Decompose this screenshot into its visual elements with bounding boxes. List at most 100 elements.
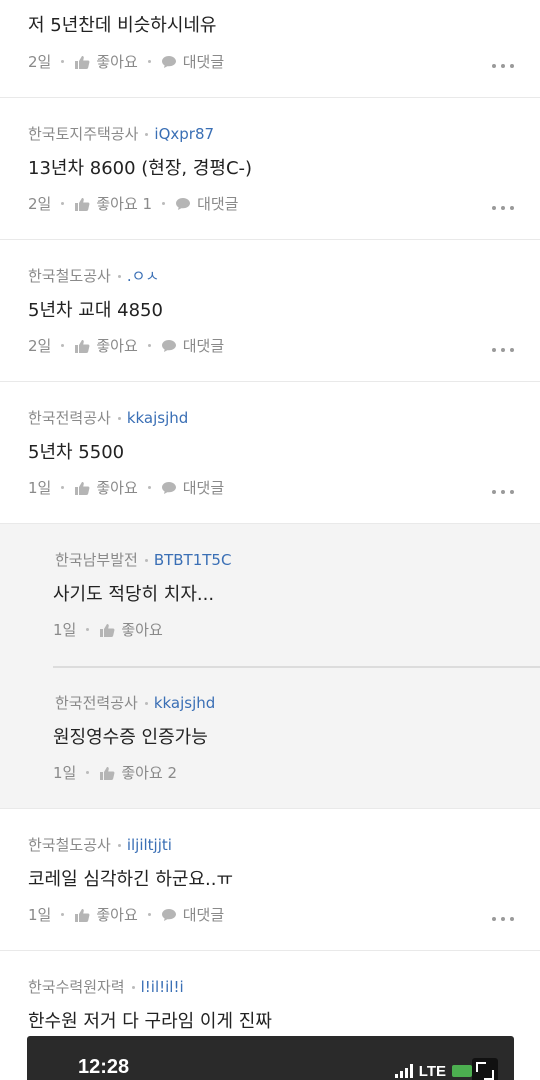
separator-dot xyxy=(147,344,151,347)
comment-time: 1일 xyxy=(53,764,77,782)
thumbs-up-icon xyxy=(75,481,90,495)
nickname-link[interactable]: kkajsjhd xyxy=(154,694,215,712)
status-time: 12:28 xyxy=(78,1056,130,1078)
speech-bubble-icon xyxy=(161,481,176,494)
separator-dot xyxy=(61,60,65,63)
status-bar-icons: LTE xyxy=(394,1058,498,1080)
attached-image[interactable]: 12:28 LTE xyxy=(27,1036,514,1080)
comment-time: 2일 xyxy=(28,195,52,213)
comment-author: 한국토지주택공사 iQxpr87 xyxy=(28,123,214,144)
thumbs-up-icon xyxy=(75,339,90,353)
reply-button[interactable]: 대댓글 xyxy=(161,335,224,356)
thumbs-up-icon xyxy=(75,197,90,211)
battery-charging-icon xyxy=(452,1065,472,1077)
network-label: LTE xyxy=(418,1062,446,1080)
comment-text: 13년차 8600 (현장, 경평C-) xyxy=(28,158,253,179)
thumbs-up-icon xyxy=(75,908,90,922)
reply-actions: 1일 좋아요 2 xyxy=(53,762,177,783)
comment-actions: 1일 좋아요 대댓글 xyxy=(28,904,224,925)
more-dots-icon[interactable] xyxy=(492,347,514,353)
reply-item: 한국남부발전 BTBT1T5C 사기도 적당히 치자... 1일 좋아요 xyxy=(53,524,540,667)
comment-author: 한국남부발전 BTBT1T5C xyxy=(55,549,231,570)
separator-dot xyxy=(86,628,90,631)
comment-item: 한국토지주택공사 iQxpr87 13년차 8600 (현장, 경평C-) 2일 … xyxy=(0,98,540,240)
separator-dot xyxy=(147,913,151,916)
comment-time: 2일 xyxy=(28,337,52,355)
nickname-link[interactable]: iQxpr87 xyxy=(154,125,214,143)
reply-text: 원징영수증 인증가능 xyxy=(53,727,208,748)
more-dots-icon[interactable] xyxy=(492,489,514,495)
like-label: 좋아요 1 xyxy=(96,195,153,213)
speech-bubble-icon xyxy=(161,55,176,68)
separator-dot xyxy=(145,133,149,136)
like-label: 좋아요 xyxy=(96,337,138,355)
comment-text: 한수원 저거 다 구라임 이게 진짜 xyxy=(28,1011,272,1032)
reply-text: 사기도 적당히 치자... xyxy=(53,584,215,605)
reply-button[interactable]: 대댓글 xyxy=(161,477,224,498)
comment-author: 한국전력공사 kkajsjhd xyxy=(28,407,188,428)
separator-dot xyxy=(162,202,166,205)
speech-bubble-icon xyxy=(176,197,191,210)
separator-dot xyxy=(61,202,65,205)
like-button[interactable]: 좋아요 xyxy=(74,904,138,925)
separator-dot xyxy=(61,486,65,489)
separator-dot xyxy=(61,344,65,347)
reply-thread: 한국남부발전 BTBT1T5C 사기도 적당히 치자... 1일 좋아요 한국전력… xyxy=(0,524,540,809)
like-button[interactable]: 좋아요 2 xyxy=(99,762,177,783)
like-button[interactable]: 좋아요 xyxy=(74,51,138,72)
more-dots-icon[interactable] xyxy=(492,205,514,211)
fullscreen-icon[interactable] xyxy=(472,1058,498,1080)
reply-label: 대댓글 xyxy=(182,479,225,497)
comment-item: 한국철도공사 .ㅇㅅ 5년차 교대 4850 2일 좋아요 대댓글 xyxy=(0,240,540,382)
separator-dot xyxy=(144,702,148,705)
comment-text: 저 5년찬데 비슷하시네유 xyxy=(28,15,217,36)
company-name: 한국전력공사 xyxy=(28,409,111,427)
comment-item: 한국전력공사 kkajsjhd 5년차 5500 1일 좋아요 대댓글 xyxy=(0,382,540,524)
like-label: 좋아요 2 xyxy=(121,764,178,782)
signal-icon xyxy=(394,1064,413,1078)
reply-label: 대댓글 xyxy=(182,906,225,924)
like-label: 좋아요 xyxy=(96,479,138,497)
like-button[interactable]: 좋아요 xyxy=(74,477,138,498)
comment-time: 2일 xyxy=(28,53,52,71)
reply-label: 대댓글 xyxy=(197,195,239,213)
reply-label: 대댓글 xyxy=(182,53,225,71)
speech-bubble-icon xyxy=(161,908,176,921)
like-button[interactable]: 좋아요 xyxy=(74,335,138,356)
nickname-link[interactable]: l!il!il!i xyxy=(141,978,184,996)
company-name: 한국철도공사 xyxy=(28,267,111,285)
nickname-link[interactable]: iljiltjjti xyxy=(127,836,172,854)
comment-actions: 1일 좋아요 대댓글 xyxy=(28,477,224,498)
more-dots-icon[interactable] xyxy=(492,916,514,922)
reply-button[interactable]: 대댓글 xyxy=(161,51,224,72)
reply-button[interactable]: 대댓글 xyxy=(161,904,224,925)
company-name: 한국철도공사 xyxy=(28,836,111,854)
comment-author: 한국철도공사 .ㅇㅅ xyxy=(28,265,159,286)
nickname-link[interactable]: BTBT1T5C xyxy=(154,551,232,569)
more-dots-icon[interactable] xyxy=(492,63,514,69)
comment-author: 한국전력공사 kkajsjhd xyxy=(55,692,215,713)
separator-dot xyxy=(117,417,121,420)
reply-item: 한국전력공사 kkajsjhd 원징영수증 인증가능 1일 좋아요 2 xyxy=(53,667,540,809)
nickname-link[interactable]: kkajsjhd xyxy=(127,409,188,427)
company-name: 한국수력원자력 xyxy=(28,978,125,996)
company-name: 한국토지주택공사 xyxy=(28,125,139,143)
like-label: 좋아요 xyxy=(121,621,163,639)
comment-actions: 2일 좋아요 대댓글 xyxy=(28,335,224,356)
comment-text: 5년차 5500 xyxy=(28,442,125,463)
reply-actions: 1일 좋아요 xyxy=(53,619,163,640)
thumbs-up-icon xyxy=(100,623,115,637)
separator-dot xyxy=(144,559,148,562)
reply-label: 대댓글 xyxy=(182,337,225,355)
comment-actions: 2일 좋아요 대댓글 xyxy=(28,51,224,72)
separator-dot xyxy=(147,486,151,489)
comment-time: 1일 xyxy=(28,906,52,924)
company-name: 한국전력공사 xyxy=(55,694,138,712)
reply-button[interactable]: 대댓글 xyxy=(175,193,238,214)
separator-dot xyxy=(131,986,135,989)
like-label: 좋아요 xyxy=(96,906,138,924)
nickname-link[interactable]: .ㅇㅅ xyxy=(127,267,159,285)
like-button[interactable]: 좋아요 xyxy=(99,619,163,640)
like-button[interactable]: 좋아요 1 xyxy=(74,193,152,214)
thumbs-up-icon xyxy=(75,55,90,69)
